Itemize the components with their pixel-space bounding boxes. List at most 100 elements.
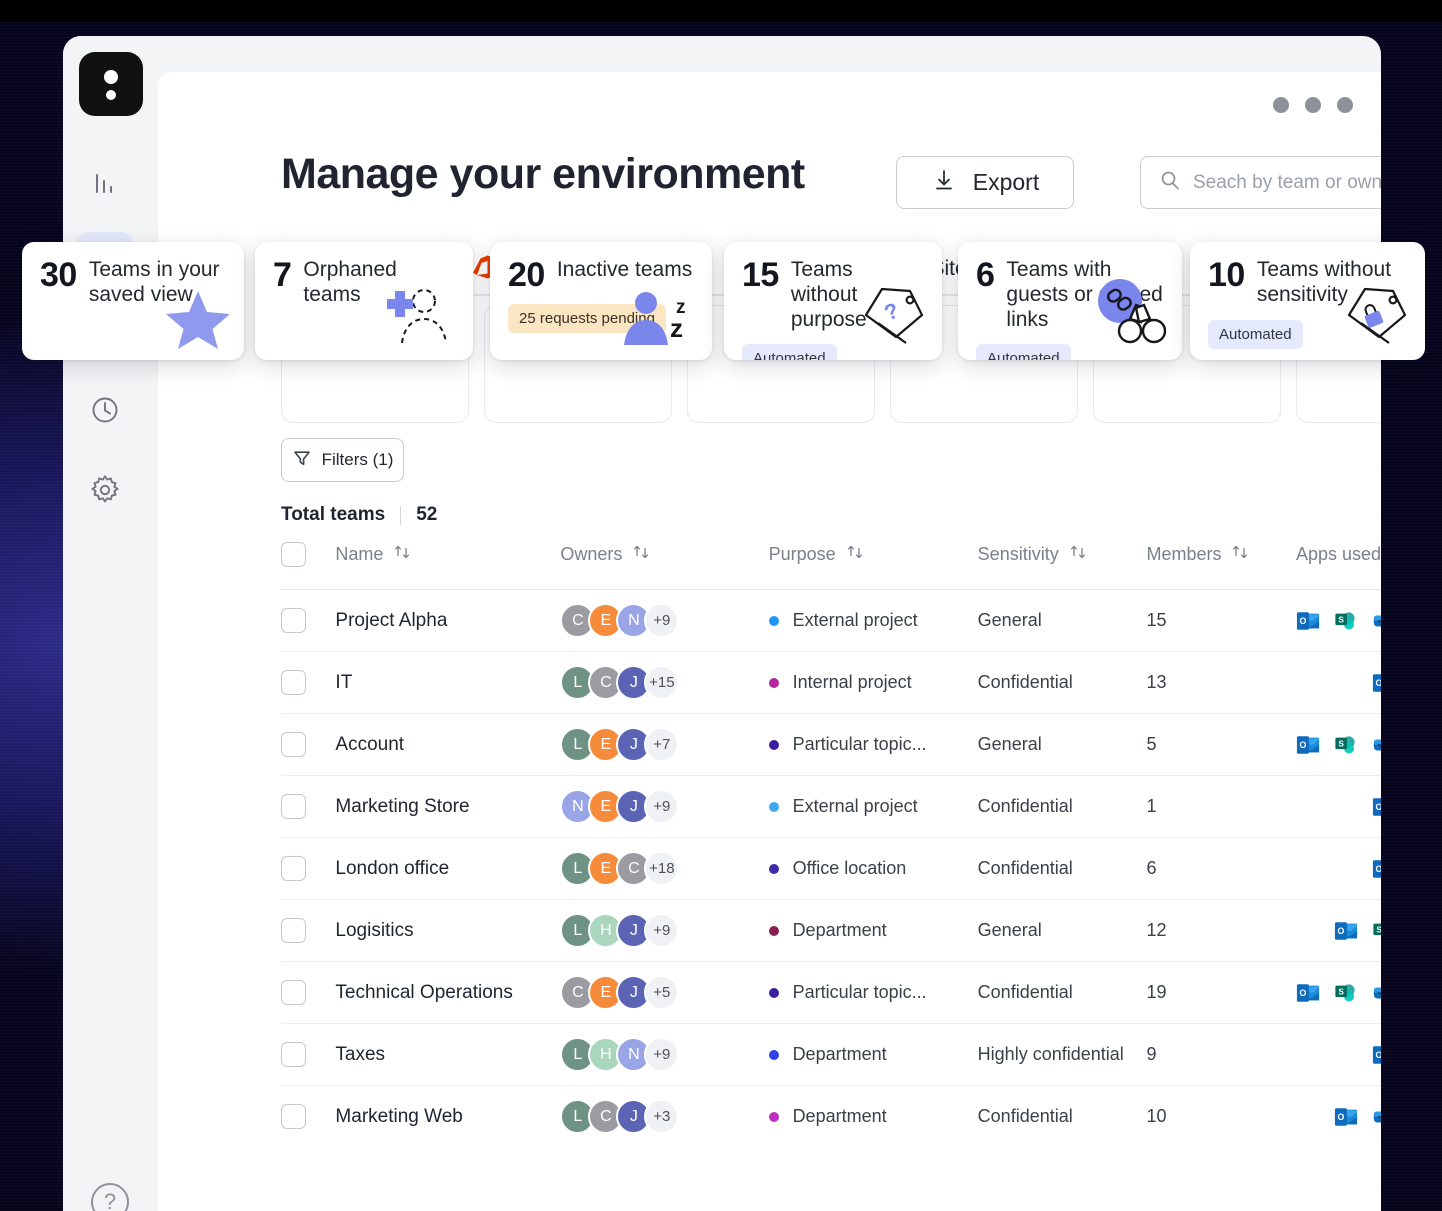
table-row[interactable]: Marketing Store N E J +9 External project Conf…: [281, 775, 1381, 838]
sharepoint-icon[interactable]: S: [1372, 919, 1381, 943]
row-purpose-cell: Department: [768, 899, 978, 962]
row-name-cell: Logisitics: [335, 899, 561, 962]
clock-icon: [88, 393, 122, 432]
row-apps-cell: OST: [1296, 899, 1381, 962]
sort-icon[interactable]: [632, 543, 650, 566]
stream-icon[interactable]: [1372, 1105, 1381, 1129]
window-dot-close[interactable]: [1337, 97, 1353, 113]
outlook-icon[interactable]: O: [1372, 795, 1381, 819]
column-members[interactable]: Members: [1146, 542, 1296, 590]
outlook-icon[interactable]: O: [1334, 1105, 1358, 1129]
search-box[interactable]: [1140, 156, 1381, 209]
stream-icon[interactable]: [1372, 733, 1381, 757]
stat-card[interactable]: 15 Teams without purpose Automated?: [724, 242, 942, 360]
sort-icon[interactable]: [1231, 543, 1249, 566]
outlook-icon[interactable]: O: [1296, 981, 1320, 1005]
stream-icon[interactable]: [1372, 981, 1381, 1005]
outlook-icon[interactable]: O: [1372, 671, 1381, 695]
row-checkbox[interactable]: [281, 980, 306, 1005]
avatar-overflow-count[interactable]: +9: [644, 1037, 680, 1072]
purpose-dot-icon: [768, 677, 779, 688]
sharepoint-icon[interactable]: S: [1334, 733, 1358, 757]
download-icon: [931, 167, 957, 199]
avatar-overflow-count[interactable]: +3: [644, 1099, 680, 1135]
column-owners-label: Owners: [560, 544, 623, 564]
stat-card[interactable]: 30 Teams in your saved view: [22, 242, 244, 360]
column-select-all[interactable]: [281, 542, 335, 590]
window-dot-maximize[interactable]: [1305, 97, 1321, 113]
search-input[interactable]: [1193, 171, 1381, 194]
avatar-overflow-count[interactable]: +15: [644, 665, 680, 700]
outlook-icon[interactable]: O: [1334, 919, 1358, 943]
filters-button[interactable]: Filters (1): [281, 438, 404, 482]
row-select-cell[interactable]: [281, 713, 336, 776]
stat-card[interactable]: 20 Inactive teams 25 requests pending z z: [490, 242, 712, 360]
stat-card[interactable]: 10 Teams without sensitivity Automated: [1190, 242, 1425, 360]
table-row[interactable]: IT LCJ+15Internal projectConfidential 13 OT: [281, 651, 1381, 714]
row-select-cell[interactable]: [281, 961, 336, 1024]
table-row[interactable]: Account L E J +7 Particular topic... General 5 O…: [281, 713, 1381, 776]
row-members-cell: 1: [1146, 775, 1296, 838]
sensitivity-value: Confidential: [977, 796, 1073, 816]
row-checkbox[interactable]: [281, 608, 306, 633]
avatar-overflow-count[interactable]: +9: [644, 789, 680, 824]
export-button[interactable]: Export: [896, 156, 1074, 209]
outlook-icon[interactable]: O: [1372, 1043, 1381, 1067]
row-checkbox[interactable]: [281, 1104, 306, 1130]
sharepoint-icon[interactable]: S: [1334, 609, 1358, 633]
row-checkbox[interactable]: [281, 670, 306, 695]
app-logo[interactable]: [79, 52, 143, 116]
stat-card[interactable]: 7 Orphaned teams: [255, 242, 473, 360]
select-all-checkbox[interactable]: [281, 542, 306, 567]
row-select-cell[interactable]: [281, 899, 336, 962]
sidebar-item-history[interactable]: [77, 386, 133, 438]
table-row[interactable]: London office L E C +18 Office location Confid…: [281, 837, 1381, 900]
owner-avatars: C E N +9: [560, 603, 768, 638]
avatar-overflow-count[interactable]: +18: [644, 851, 680, 886]
row-checkbox[interactable]: [281, 732, 306, 757]
row-select-cell[interactable]: [281, 1085, 336, 1148]
row-checkbox[interactable]: [281, 918, 306, 943]
window-controls[interactable]: [1273, 97, 1353, 113]
outlook-icon[interactable]: O: [1372, 857, 1381, 881]
table-row[interactable]: LogisiticsLHJ+9DepartmentGeneral12OST: [281, 899, 1381, 962]
row-sensitivity-cell: Confidential: [977, 775, 1147, 838]
sidebar-item-analytics[interactable]: [77, 160, 133, 212]
sharepoint-icon[interactable]: S: [1334, 981, 1358, 1005]
column-sensitivity[interactable]: Sensitivity: [978, 542, 1147, 590]
sort-icon[interactable]: [846, 543, 864, 566]
column-name[interactable]: Name: [335, 542, 560, 590]
help-icon[interactable]: ?: [91, 1183, 129, 1211]
row-apps-cell: O: [1296, 775, 1381, 838]
column-purpose[interactable]: Purpose: [769, 542, 978, 590]
row-select-cell[interactable]: [281, 651, 336, 714]
table-row[interactable]: Project Alpha C E N +9 External project Genera…: [281, 589, 1381, 652]
outlook-icon[interactable]: O: [1296, 609, 1320, 633]
row-select-cell[interactable]: [281, 589, 336, 652]
row-checkbox[interactable]: [281, 856, 306, 881]
svg-text:S: S: [1376, 924, 1381, 934]
row-owners-cell: N E J +9: [560, 775, 769, 838]
avatar-overflow-count[interactable]: +9: [644, 603, 680, 638]
outlook-icon[interactable]: O: [1296, 733, 1320, 757]
sidebar-item-settings[interactable]: [77, 466, 133, 518]
column-apps-used[interactable]: Apps used: [1296, 542, 1381, 590]
avatar-overflow-count[interactable]: +7: [644, 727, 680, 762]
sort-icon[interactable]: [393, 543, 411, 566]
avatar-overflow-count[interactable]: +5: [644, 975, 680, 1010]
avatar-overflow-count[interactable]: +9: [644, 913, 680, 948]
window-dot-minimize[interactable]: [1273, 97, 1289, 113]
row-checkbox[interactable]: [281, 794, 306, 819]
column-owners[interactable]: Owners: [560, 542, 768, 590]
table-row[interactable]: Taxes L H N +9 Department Highly confidential 9…: [281, 1023, 1381, 1086]
table-row[interactable]: Marketing Web L C J +3 Department Confidential…: [281, 1085, 1381, 1148]
row-select-cell[interactable]: [281, 775, 336, 838]
stream-icon[interactable]: [1372, 609, 1381, 633]
row-select-cell[interactable]: [281, 1023, 336, 1086]
sort-icon[interactable]: [1069, 543, 1087, 566]
table-row[interactable]: Technical Operations C E J +5 Particular topi…: [281, 961, 1381, 1024]
stat-card[interactable]: 6 Teams with guests or shared links Automa…: [958, 242, 1182, 360]
row-select-cell[interactable]: [281, 837, 336, 900]
page-title: Manage your environment: [281, 150, 805, 198]
row-checkbox[interactable]: [281, 1042, 306, 1067]
